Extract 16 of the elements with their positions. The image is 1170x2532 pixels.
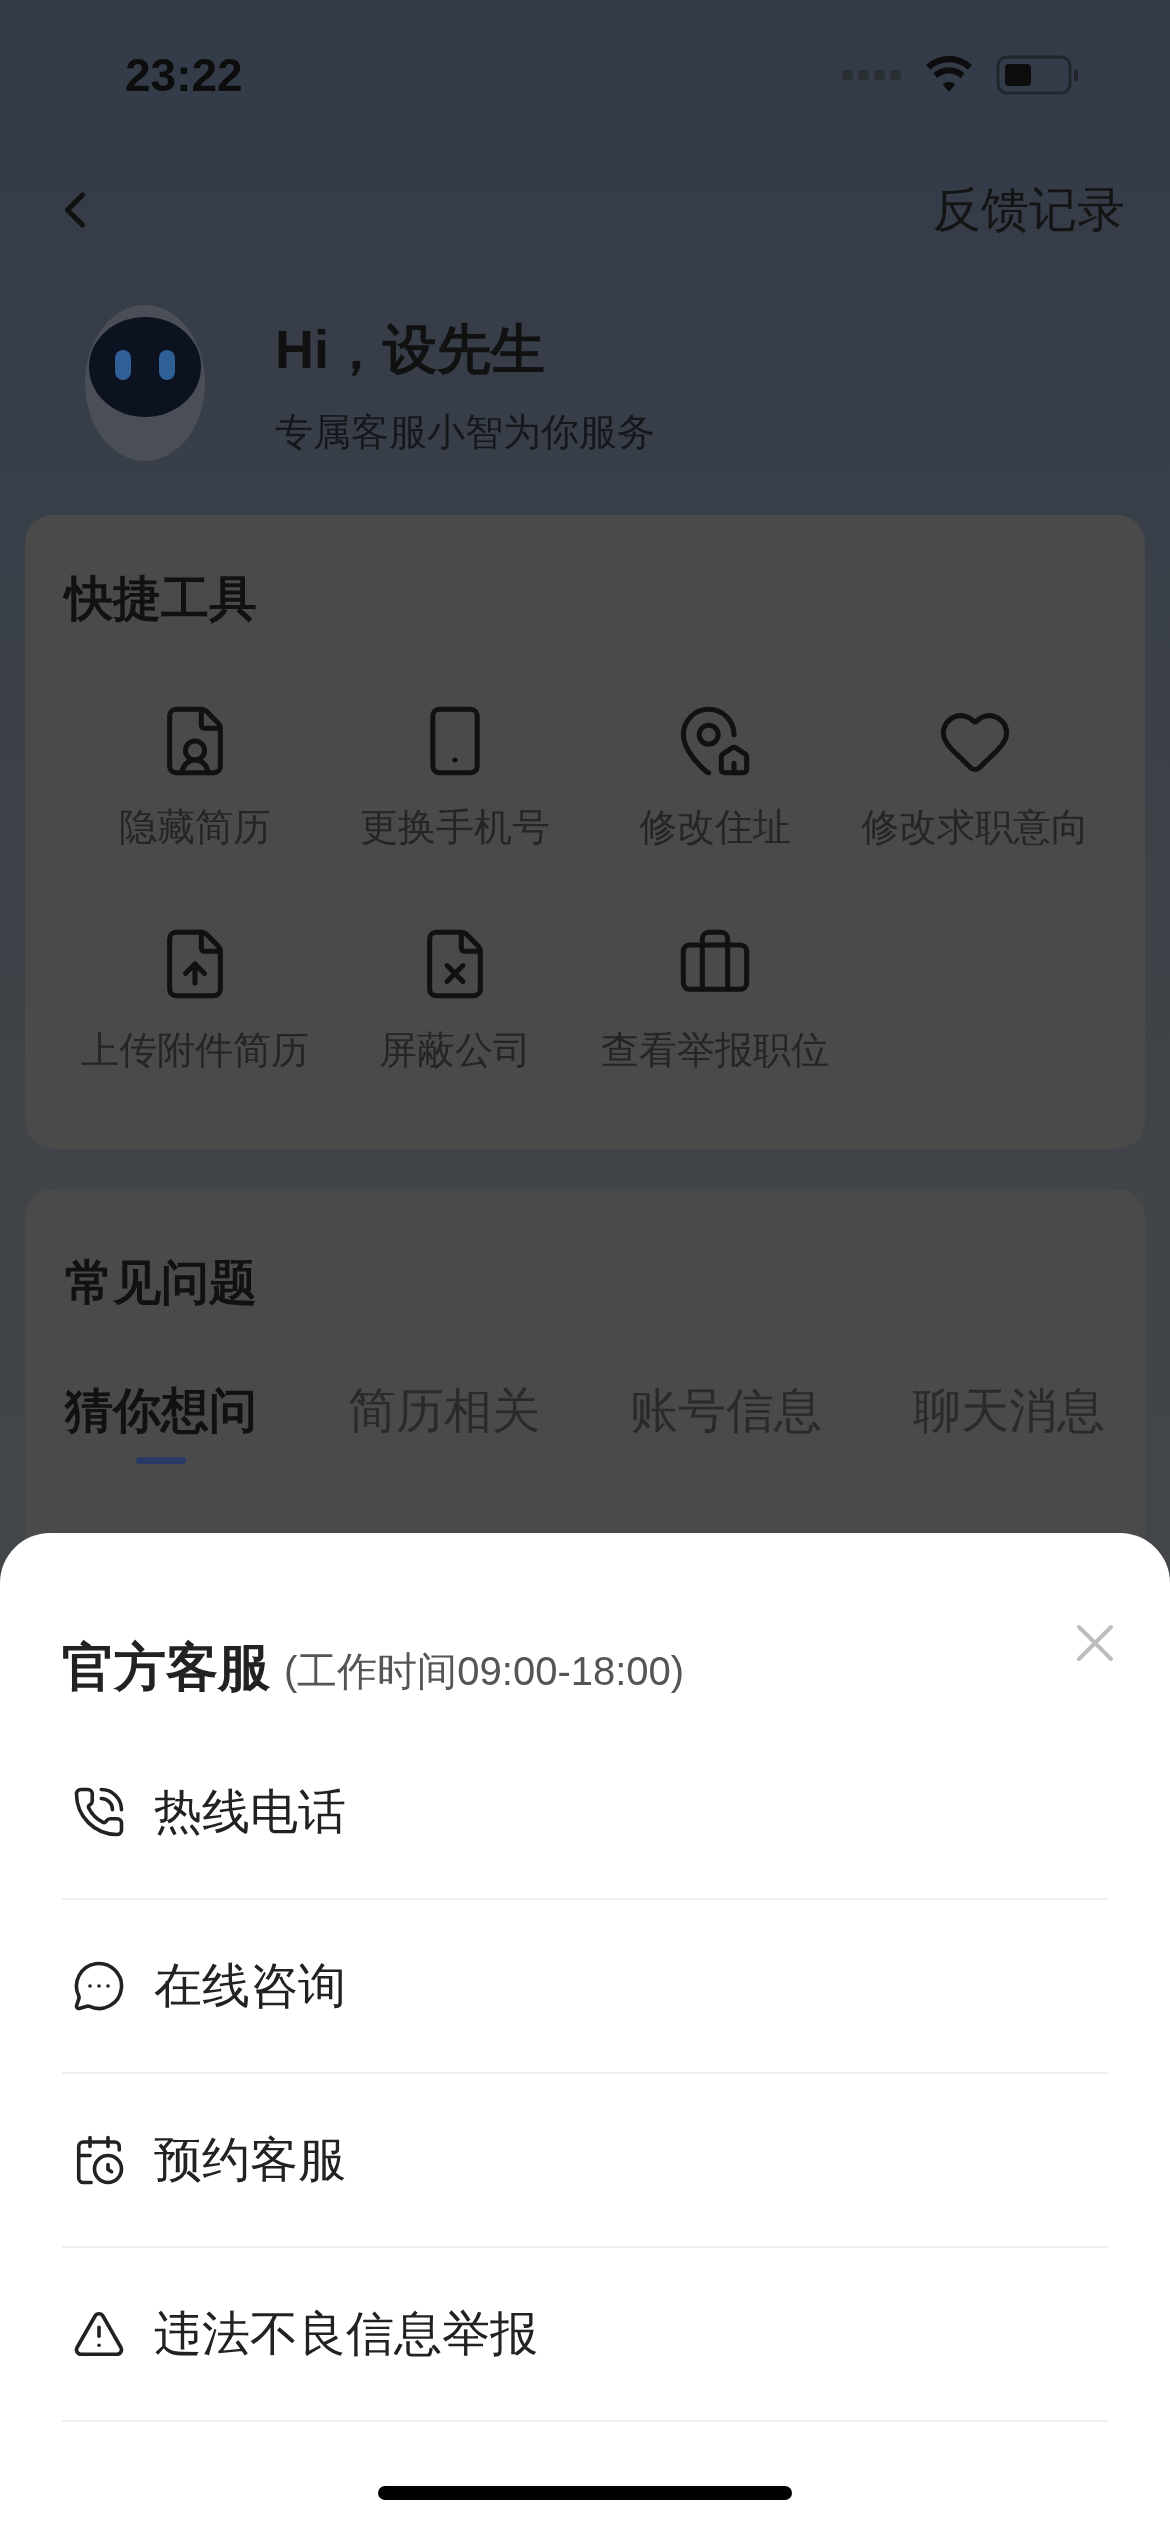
working-hours: (工作时间09:00-18:00) xyxy=(284,1648,685,1695)
greeting-title: Hi，设先生 xyxy=(275,318,546,381)
section-title: 快捷工具 xyxy=(65,575,258,623)
sheet-title: 官方客服 xyxy=(62,1637,270,1698)
service-option[interactable]: 违法不良信息举报 xyxy=(62,2248,1108,2422)
chat-bubble-icon xyxy=(72,1959,126,2013)
phone-icon xyxy=(72,1785,126,1839)
service-option[interactable]: 预约客服 xyxy=(62,2074,1108,2248)
tab-indicator xyxy=(136,1457,186,1464)
battery-icon xyxy=(996,55,1080,95)
service-option[interactable]: 热线电话 xyxy=(62,1726,1108,1900)
section-title: 常见问题 xyxy=(65,1259,258,1307)
wifi-icon xyxy=(924,56,974,94)
service-option[interactable]: 在线咨询 xyxy=(62,1900,1108,2074)
status-time: 23:22 xyxy=(125,47,243,103)
faq-tab[interactable]: 猜你想问 xyxy=(65,1387,257,1464)
